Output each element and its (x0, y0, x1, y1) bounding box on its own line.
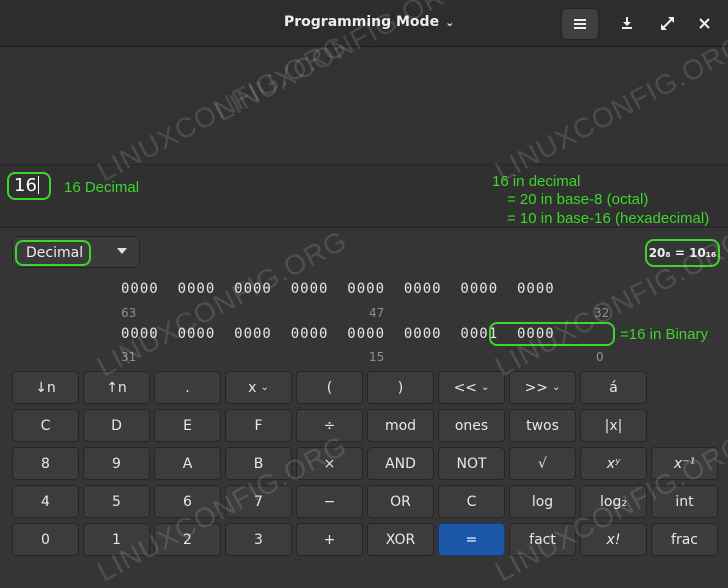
not-button[interactable]: NOT (438, 447, 505, 480)
integer-button[interactable]: int (651, 485, 718, 518)
header-bar: Programming Mode ⌄ (0, 0, 728, 47)
clear-button[interactable]: C (438, 485, 505, 518)
shift-left-button[interactable]: ↑n (83, 371, 150, 404)
fullscreen-icon (660, 16, 674, 30)
entry-field[interactable]: 16 (7, 172, 51, 200)
close-paren-button[interactable]: ) (367, 371, 434, 404)
bit-index-32: 32 (594, 306, 610, 320)
variable-x-label: x (248, 379, 257, 396)
or-button[interactable]: OR (367, 485, 434, 518)
and-button[interactable]: AND (367, 447, 434, 480)
text-cursor (37, 176, 39, 194)
hamburger-menu-button[interactable] (561, 8, 599, 40)
point-button[interactable]: . (154, 371, 221, 404)
mod-button[interactable]: mod (367, 409, 434, 442)
ones-complement-button[interactable]: ones (438, 409, 505, 442)
digit-b-button[interactable]: B (225, 447, 292, 480)
close-button[interactable] (686, 8, 722, 38)
variable-x-menu-button[interactable]: x ⌄ (225, 371, 292, 404)
binary-highlight (489, 322, 615, 346)
digit-1-button[interactable]: 1 (83, 523, 150, 556)
multiply-button[interactable]: × (296, 447, 363, 480)
annotation-line-2: = 20 in base-8 (octal) (507, 191, 649, 208)
shift-left-label: << (453, 379, 478, 396)
bits-row-high[interactable]: 0000 0000 0000 0000 0000 0000 0000 0000 (121, 281, 555, 297)
download-icon (622, 17, 632, 29)
equals-button[interactable]: = (438, 523, 505, 556)
digit-c-button[interactable]: C (12, 409, 79, 442)
base-select[interactable]: Decimal (12, 236, 140, 268)
dropdown-arrow-icon (117, 248, 127, 254)
digit-f-button[interactable]: F (225, 409, 292, 442)
bit-index-63: 63 (121, 306, 137, 320)
divide-button[interactable]: ÷ (296, 409, 363, 442)
chevron-down-icon: ⌄ (260, 382, 269, 393)
fullscreen-button[interactable] (649, 8, 685, 38)
digit-8-button[interactable]: 8 (12, 447, 79, 480)
twos-complement-button[interactable]: twos (509, 409, 576, 442)
subtract-button[interactable]: − (296, 485, 363, 518)
bit-index-15: 15 (369, 350, 385, 364)
close-icon (698, 17, 710, 29)
xor-button[interactable]: XOR (367, 523, 434, 556)
history-area (0, 47, 728, 165)
bit-index-31: 31 (121, 350, 137, 364)
digit-7-button[interactable]: 7 (225, 485, 292, 518)
digit-9-button[interactable]: 9 (83, 447, 150, 480)
shift-right-button[interactable]: ↓n (12, 371, 79, 404)
bit-index-47: 47 (369, 306, 385, 320)
fraction-button[interactable]: frac (651, 523, 718, 556)
chevron-down-icon: ⌄ (552, 382, 561, 393)
annotation-line-1: 16 in decimal (492, 173, 581, 190)
shift-right-menu-button[interactable]: >> ⌄ (509, 371, 576, 404)
digit-2-button[interactable]: 2 (154, 523, 221, 556)
bit-index-0: 0 (596, 350, 604, 364)
chevron-down-icon: ⌄ (445, 16, 455, 29)
mode-menu-button[interactable]: Programming Mode ⌄ (284, 14, 454, 30)
binary-annotation: =16 in Binary (620, 326, 708, 343)
digit-6-button[interactable]: 6 (154, 485, 221, 518)
character-button[interactable]: á (580, 371, 647, 404)
log-button[interactable]: log (509, 485, 576, 518)
digit-0-button[interactable]: 0 (12, 523, 79, 556)
log2-button[interactable]: log₂ (580, 485, 647, 518)
digit-d-button[interactable]: D (83, 409, 150, 442)
square-root-button[interactable]: √ (509, 447, 576, 480)
power-button[interactable]: xʸ (580, 447, 647, 480)
digit-a-button[interactable]: A (154, 447, 221, 480)
absolute-value-button[interactable]: |x| (580, 409, 647, 442)
hamburger-menu-icon (574, 19, 586, 29)
inverse-button[interactable]: x⁻¹ (651, 447, 718, 480)
shift-left-menu-button[interactable]: << ⌄ (438, 371, 505, 404)
base-conversion-readout: 20₈ = 10₁₆ (645, 239, 720, 267)
download-button[interactable] (609, 8, 645, 38)
annotation-line-3: = 10 in base-16 (hexadecimal) (507, 210, 710, 227)
digit-4-button[interactable]: 4 (12, 485, 79, 518)
chevron-down-icon: ⌄ (481, 382, 490, 393)
open-paren-button[interactable]: ( (296, 371, 363, 404)
base-select-value: Decimal (15, 240, 91, 266)
window-title: Programming Mode (284, 14, 440, 30)
digit-5-button[interactable]: 5 (83, 485, 150, 518)
entry-annotation: 16 Decimal (64, 179, 140, 196)
factorize-button[interactable]: fact (509, 523, 576, 556)
digit-3-button[interactable]: 3 (225, 523, 292, 556)
entry-value: 16 (14, 175, 37, 196)
digit-e-button[interactable]: E (154, 409, 221, 442)
factorial-button[interactable]: x! (580, 523, 647, 556)
shift-right-label: >> (524, 379, 549, 396)
add-button[interactable]: + (296, 523, 363, 556)
